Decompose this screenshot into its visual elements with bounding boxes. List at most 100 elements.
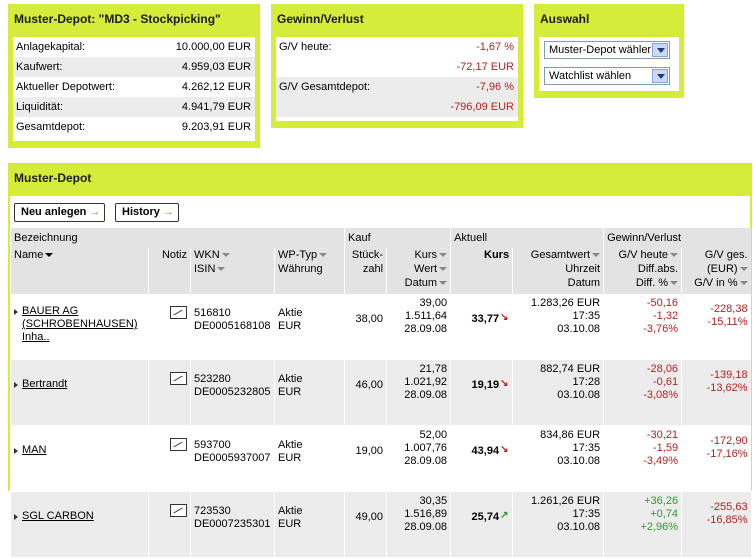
akt-kurs-cell: 33,77 xyxy=(450,294,513,360)
group-bezeichnung: Bezeichnung xyxy=(9,228,345,248)
gv-heute-cell: -28,06 -0,61 -3,08% xyxy=(603,359,682,426)
col-gv-inpct-label: G/V in % xyxy=(694,277,738,289)
group-header-row: Bezeichnung Kauf Aktuell Gewinn/Verlust xyxy=(9,228,751,248)
label: Kaufwert: xyxy=(16,61,63,73)
sort-icon xyxy=(439,281,448,286)
arrow-right-icon: → xyxy=(162,206,174,218)
summary-panel: Muster-Depot: "MD3 - Stockpicking" Anlag… xyxy=(8,4,260,148)
note-edit-icon[interactable] xyxy=(170,438,187,451)
gv-ges: -139,18 xyxy=(710,369,748,381)
security-name-link[interactable]: BAUER AG (SCHROBENHAUSEN) Inha.. xyxy=(22,305,145,344)
expand-caret-icon[interactable] xyxy=(14,382,18,388)
col-akt-datum-label: Datum xyxy=(567,277,601,289)
col-gesamtwert[interactable]: Gesamtwert Uhrzeit Datum xyxy=(512,248,604,294)
stueckzahl: 38,00 xyxy=(355,313,384,325)
kauf-cell: 30,35 1.516,89 28.09.08 xyxy=(386,491,451,558)
col-wptyp[interactable]: WP-Typ Währung xyxy=(273,248,345,294)
depot-select-value: Muster-Depot wähler xyxy=(549,44,652,56)
diff-abs: +0,74 xyxy=(650,508,679,520)
chevron-down-icon[interactable] xyxy=(652,69,668,83)
wkn-cell: 723530 DE0007235301 xyxy=(190,491,275,558)
value: 4.941,79 EUR xyxy=(181,101,251,113)
col-datum-label: Datum xyxy=(404,277,438,289)
gesamtwert-cell: 834,86 EUR 17:35 03.10.08 xyxy=(512,425,604,492)
gv-body: G/V heute: -1,67 % -72,17 EUR G/V Gesamtd… xyxy=(276,37,518,121)
kauf-datum: 28.09.08 xyxy=(404,521,448,533)
gv-heute-eur-row: -72,17 EUR xyxy=(276,57,518,77)
watchlist-select[interactable]: Watchlist wählen xyxy=(544,67,670,85)
stueck-cell: 38,00 xyxy=(344,294,387,360)
expand-caret-icon[interactable] xyxy=(14,309,18,315)
sort-icon xyxy=(670,253,679,258)
history-button[interactable]: History → xyxy=(115,203,179,222)
gv-inpct: -13,62% xyxy=(706,382,748,394)
col-gv-ges[interactable]: G/V ges. (EUR) G/V in % xyxy=(681,248,751,294)
kauf-wert: 1.511,64 xyxy=(405,310,448,322)
isin: DE0005232805 xyxy=(194,386,271,398)
waehrung: EUR xyxy=(278,452,302,464)
summary-row-depotwert: Aktueller Depotwert: 4.262,12 EUR xyxy=(13,77,255,97)
akt-datum: 03.10.08 xyxy=(557,323,601,335)
note-edit-icon[interactable] xyxy=(170,504,187,517)
kauf-datum: 28.09.08 xyxy=(404,389,448,401)
wkn-cell: 516810 DE0005168108 xyxy=(190,294,275,360)
table-row: Bertrandt 523280 DE0005232805 Aktie EUR 46… xyxy=(10,359,751,426)
waehrung: EUR xyxy=(278,518,302,530)
gesamtwert: 834,86 EUR xyxy=(540,429,601,441)
sort-icon xyxy=(739,267,748,272)
summary-body: Anlagekapital: 10.000,00 EUR Kaufwert: 4.9… xyxy=(13,37,255,141)
col-gv-heute[interactable]: G/V heute Diff.abs. Diff. % xyxy=(603,248,682,294)
wp-typ: Aktie xyxy=(278,307,303,319)
summary-row-kaufwert: Kaufwert: 4.959,03 EUR xyxy=(13,57,255,77)
name-cell: Bertrandt xyxy=(10,359,149,426)
expand-caret-icon[interactable] xyxy=(14,448,18,454)
gv-gesamt-eur-row: -796,09 EUR xyxy=(276,97,518,117)
gv-heute-eur: -72,17 EUR xyxy=(456,61,514,73)
label: Aktueller Depotwert: xyxy=(16,81,116,93)
kauf-datum: 28.09.08 xyxy=(404,455,448,467)
col-gv-heute-label: G/V heute xyxy=(618,249,669,261)
isin: DE0005168108 xyxy=(194,320,271,332)
sort-desc-icon xyxy=(45,253,54,258)
table-row: MAN 593700 DE0005937007 Aktie EUR 19,00 52… xyxy=(10,425,751,492)
wkn: 523280 xyxy=(194,373,231,385)
history-label: History xyxy=(122,206,160,218)
stueckzahl: 46,00 xyxy=(355,379,384,391)
kauf-kurs: 21,78 xyxy=(419,363,448,375)
trend-up-icon xyxy=(500,509,509,522)
col-gv-eur-label: (EUR) xyxy=(707,263,738,275)
col-akt-kurs: Kurs xyxy=(450,248,513,294)
trend-down-icon xyxy=(500,311,509,324)
col-isin-label: ISIN xyxy=(194,263,216,275)
note-edit-icon[interactable] xyxy=(170,372,187,385)
notiz-cell xyxy=(148,425,191,492)
name-cell: SGL CARBON xyxy=(10,491,149,558)
note-edit-icon[interactable] xyxy=(170,306,187,319)
akt-kurs: 25,74 xyxy=(471,511,500,523)
gesamtwert-cell: 882,74 EUR 17:28 03.10.08 xyxy=(512,359,604,426)
col-gesamtwert-label: Gesamtwert xyxy=(530,249,591,261)
gv-heute-cell: +36,26 +0,74 +2,96% xyxy=(603,491,682,558)
new-entry-button[interactable]: Neu anlegen → xyxy=(14,203,106,222)
akt-kurs-cell: 25,74 xyxy=(450,491,513,558)
gv-heute: -50,16 xyxy=(646,297,679,309)
wp-typ: Aktie xyxy=(278,439,303,451)
security-name-link[interactable]: Bertrandt xyxy=(22,378,67,391)
col-stueck: Stück-zahl xyxy=(344,248,387,294)
arrow-right-icon: → xyxy=(89,206,101,218)
chevron-down-icon[interactable] xyxy=(652,43,668,57)
col-kauf[interactable]: Kurs Wert Datum xyxy=(386,248,451,294)
col-name[interactable]: Name xyxy=(10,248,149,294)
kauf-kurs: 39,00 xyxy=(419,297,448,309)
expand-caret-icon[interactable] xyxy=(14,514,18,520)
depot-table: Bezeichnung Kauf Aktuell Gewinn/Verlust … xyxy=(9,228,751,558)
depot-select[interactable]: Muster-Depot wähler xyxy=(544,41,670,59)
depot-title: Muster-Depot xyxy=(14,171,92,185)
new-entry-label: Neu anlegen xyxy=(21,206,87,218)
security-name-link[interactable]: MAN xyxy=(22,444,46,457)
col-wkn-isin[interactable]: WKN ISIN xyxy=(190,248,275,294)
label: G/V Gesamtdepot: xyxy=(279,81,371,93)
gesamtwert: 1.261,26 EUR xyxy=(530,495,601,507)
auswahl-body: Muster-Depot wähler Watchlist wählen xyxy=(539,37,679,91)
kauf-wert: 1.007,76 xyxy=(404,442,448,454)
